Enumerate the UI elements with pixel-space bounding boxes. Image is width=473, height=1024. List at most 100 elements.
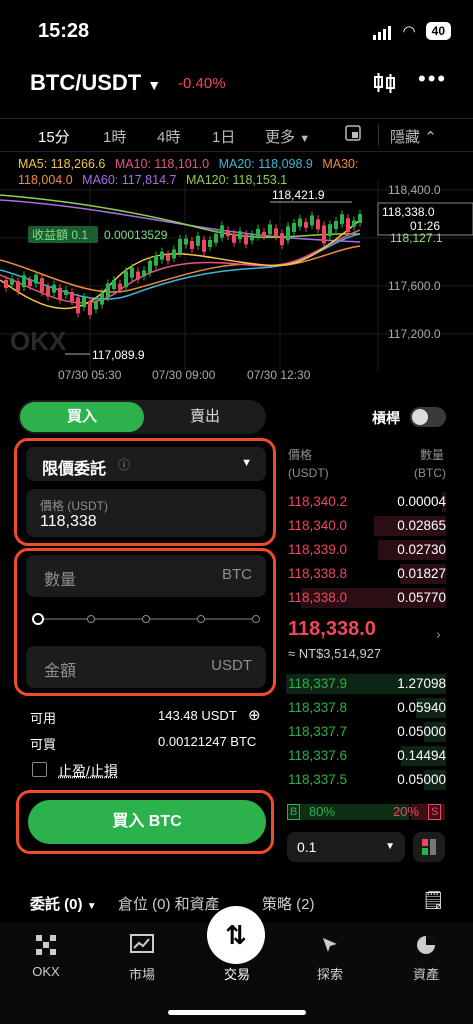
trade-swap-icon[interactable]: ⇅ bbox=[207, 906, 265, 964]
add-funds-icon[interactable]: ⊕ bbox=[248, 706, 261, 724]
tab-15m[interactable]: 15分 bbox=[38, 126, 70, 147]
tab-okx[interactable]: OKX bbox=[16, 964, 76, 979]
order-type-select[interactable]: 限價委託 ⓘ ▼ bbox=[26, 447, 266, 481]
hide-label: 隱藏 bbox=[390, 129, 421, 146]
tab-assets[interactable]: 資產 bbox=[396, 964, 456, 983]
buy-ratio-badge: B bbox=[287, 804, 301, 820]
candle bbox=[40, 278, 44, 293]
amount-field[interactable]: 金額 USDT bbox=[26, 646, 266, 688]
candle bbox=[118, 283, 122, 290]
ask-row[interactable]: 118,339.0 0.02730 bbox=[286, 538, 446, 562]
assets-pie-icon[interactable] bbox=[396, 934, 456, 962]
candle bbox=[244, 234, 248, 245]
candle bbox=[328, 224, 332, 237]
candle bbox=[28, 280, 32, 286]
more-icon[interactable]: ••• bbox=[418, 66, 447, 92]
ask-price: 118,340.2 bbox=[288, 494, 348, 509]
ask-row[interactable]: 118,338.8 0.01827 bbox=[286, 562, 446, 586]
bid-list: 118,337.9 1.27098 118,337.8 0.05940 118,337.… bbox=[286, 672, 446, 792]
bid-row[interactable]: 118,337.8 0.05940 bbox=[286, 696, 446, 720]
tab-4h[interactable]: 4時 bbox=[157, 126, 180, 147]
chevron-down-icon: ▼ bbox=[147, 77, 162, 93]
buyable-value: 0.00121247 BTC bbox=[158, 734, 257, 749]
candle bbox=[4, 280, 8, 288]
chart-settings-icon[interactable] bbox=[345, 125, 361, 145]
tab-market[interactable]: 市場 bbox=[112, 964, 172, 983]
candle bbox=[352, 220, 356, 227]
buyable-label: 可買 bbox=[30, 737, 57, 752]
candle bbox=[238, 231, 242, 240]
buy-tab[interactable]: 買入 bbox=[20, 402, 144, 432]
status-time: 15:28 bbox=[38, 20, 90, 42]
bid-row[interactable]: 118,337.6 0.14494 bbox=[286, 744, 446, 768]
candle bbox=[304, 221, 308, 228]
leverage-toggle[interactable] bbox=[410, 407, 446, 427]
last-price: 118,338.0 bbox=[288, 618, 376, 640]
book-layout-icon[interactable] bbox=[413, 832, 445, 862]
candle bbox=[274, 228, 278, 237]
quantity-slider[interactable] bbox=[32, 613, 262, 625]
candle bbox=[52, 284, 56, 293]
side-toggle: 買入 賣出 bbox=[18, 400, 266, 434]
slider-thumb[interactable] bbox=[32, 613, 44, 625]
tab-positions[interactable]: 倉位 (0) 和資產 bbox=[118, 893, 220, 914]
price-change: -0.40% bbox=[178, 75, 226, 92]
order-history-icon[interactable]: 🗒 bbox=[422, 890, 445, 911]
tab-strategy[interactable]: 策略 (2) bbox=[262, 893, 315, 914]
tab-trade[interactable]: 交易 bbox=[207, 964, 267, 983]
ask-row[interactable]: 118,340.0 0.02865 bbox=[286, 514, 446, 538]
chevron-right-icon[interactable]: › bbox=[436, 626, 441, 642]
candle bbox=[46, 286, 50, 297]
candle bbox=[94, 301, 98, 310]
buy-btc-button[interactable]: 買入 BTC bbox=[28, 800, 266, 844]
bid-price: 118,337.5 bbox=[288, 772, 348, 787]
tab-more[interactable]: 更多 ▼ bbox=[265, 126, 310, 147]
explore-compass-icon[interactable] bbox=[300, 934, 360, 962]
candle-settings-icon[interactable] bbox=[372, 70, 398, 102]
y-tick: 117,200.0 bbox=[388, 327, 441, 341]
hide-chart-toggle[interactable]: 隱藏 ⌃ bbox=[390, 126, 437, 147]
candle bbox=[268, 224, 272, 235]
okx-logo-icon[interactable] bbox=[16, 934, 76, 962]
tab-orders[interactable]: 委託 (0) ▼ bbox=[30, 893, 97, 914]
low-label: 117,089.9 bbox=[92, 348, 145, 362]
price-field[interactable]: 價格 (USDT) 118,338 bbox=[26, 489, 266, 537]
available-value: 143.48 USDT bbox=[158, 708, 237, 723]
ask-qty: 0.01827 bbox=[397, 566, 446, 581]
ask-qty: 0.00004 bbox=[397, 494, 446, 509]
candle bbox=[58, 287, 62, 300]
ask-qty: 0.02730 bbox=[397, 542, 446, 557]
ma5-label: MA5: 118,266.6 bbox=[18, 157, 106, 171]
quantity-field[interactable]: 數量 BTC bbox=[26, 555, 266, 597]
tpsl-label: 止盈/止損 bbox=[58, 763, 118, 779]
sell-tab[interactable]: 賣出 bbox=[146, 402, 264, 432]
ask-list: 118,340.2 0.00004 118,340.0 0.02865 118,339.… bbox=[286, 490, 446, 610]
tab-explore[interactable]: 探索 bbox=[300, 964, 360, 983]
bid-price: 118,337.6 bbox=[288, 748, 348, 763]
price-chart[interactable]: OKX 收益額 0.1 0.00013529 118,421.9 117,089… bbox=[0, 180, 473, 385]
tpsl-checkbox[interactable] bbox=[32, 762, 47, 777]
bid-row[interactable]: 118,337.7 0.05000 bbox=[286, 720, 446, 744]
ask-row[interactable]: 118,340.2 0.00004 bbox=[286, 490, 446, 514]
bid-row[interactable]: 118,337.9 1.27098 bbox=[286, 672, 446, 696]
candle bbox=[196, 235, 200, 246]
tab-1d[interactable]: 1日 bbox=[212, 126, 235, 147]
leverage-label: 槓桿 bbox=[372, 410, 400, 426]
status-bar: 15:28 ◠ 40 bbox=[0, 0, 473, 60]
divider bbox=[378, 124, 379, 146]
candle bbox=[262, 232, 266, 236]
bid-row[interactable]: 118,337.5 0.05000 bbox=[286, 768, 446, 792]
info-icon[interactable]: ⓘ bbox=[118, 456, 130, 473]
tab-1h[interactable]: 1時 bbox=[103, 126, 126, 147]
pair-name: BTC/USDT bbox=[30, 70, 142, 95]
pair-selector[interactable]: BTC/USDT ▼ bbox=[30, 70, 161, 96]
ask-price: 118,338.8 bbox=[288, 566, 348, 581]
candle bbox=[148, 260, 152, 273]
candle bbox=[124, 271, 128, 288]
market-chart-icon[interactable] bbox=[112, 934, 172, 962]
depth-select[interactable]: 0.1 ▼ bbox=[287, 832, 405, 862]
ma10-label: MA10: 118,101.0 bbox=[114, 157, 210, 171]
bid-price: 118,337.9 bbox=[288, 676, 348, 691]
ask-row[interactable]: 118,338.0 0.05770 bbox=[286, 586, 446, 610]
candle bbox=[10, 278, 14, 285]
